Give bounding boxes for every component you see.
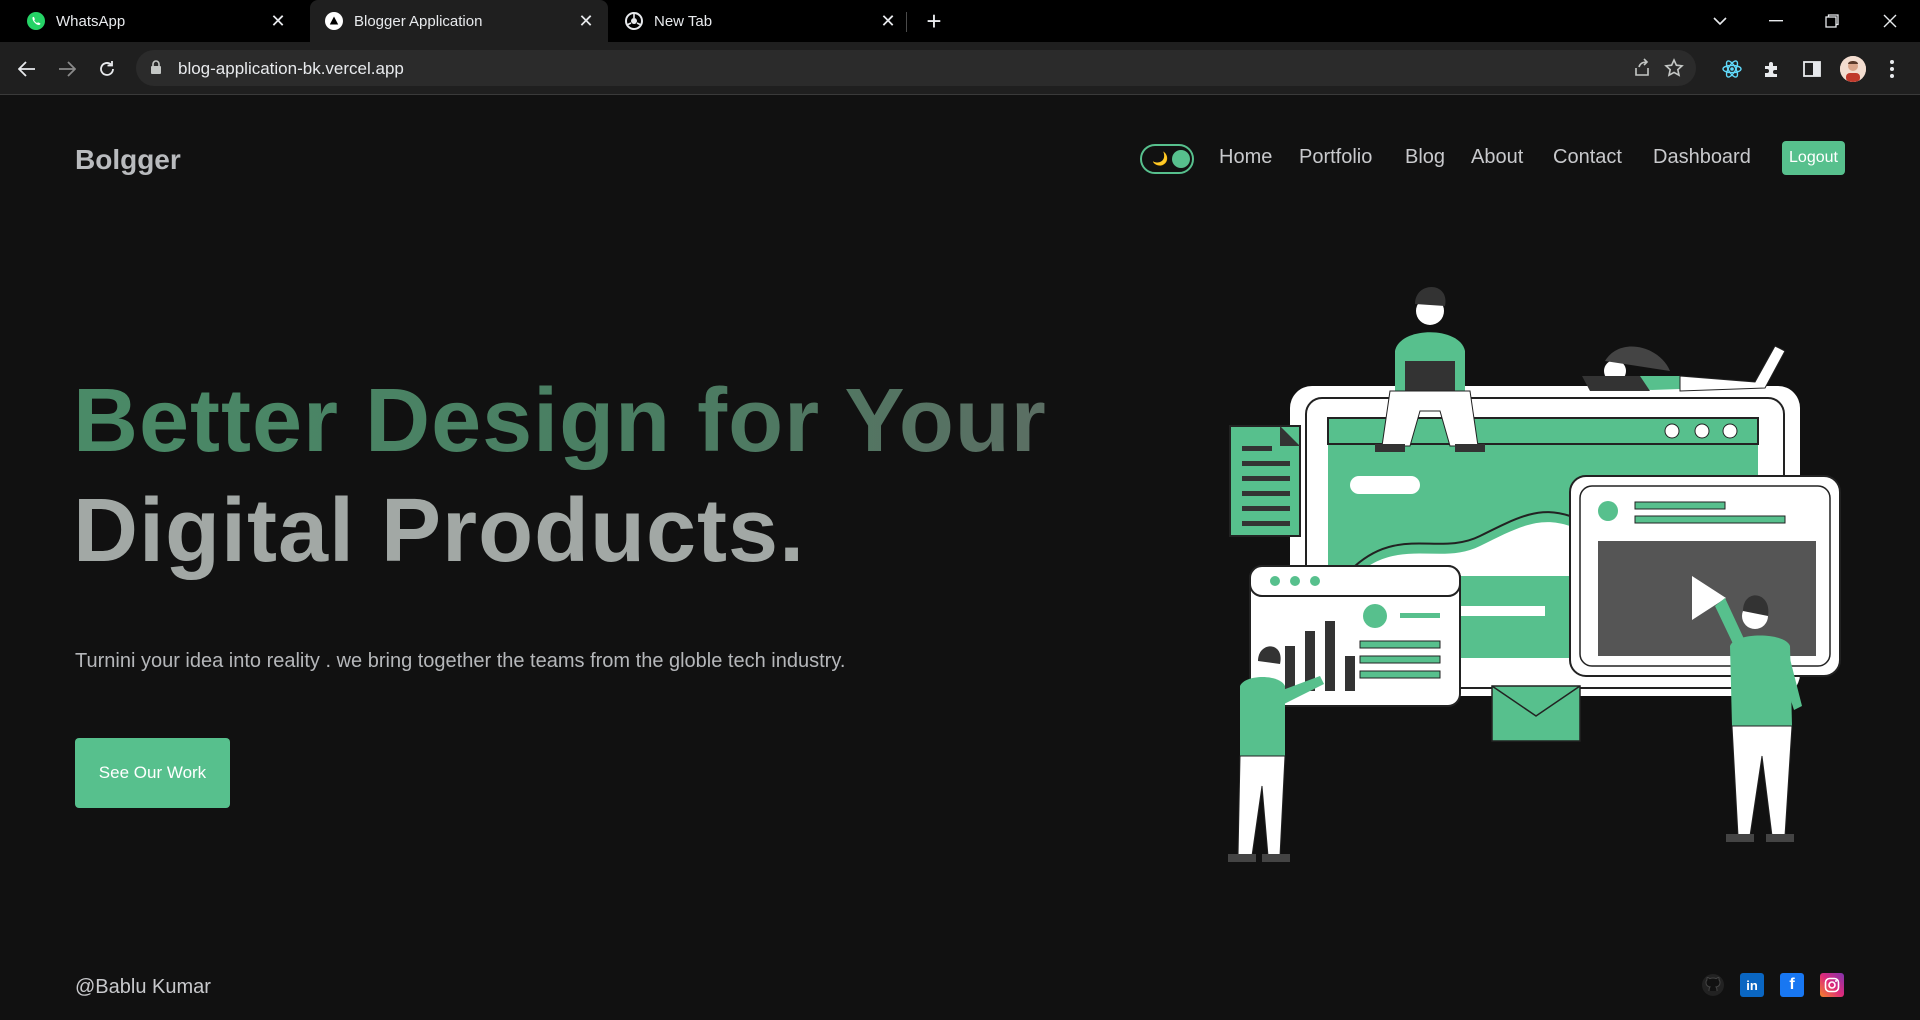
side-panel-icon[interactable]: [1799, 56, 1825, 82]
moon-icon: 🌙: [1152, 151, 1169, 166]
tab-separator: [906, 12, 907, 32]
hero-title-line-2: Digital Products.: [73, 481, 806, 581]
whatsapp-icon: [26, 11, 46, 31]
nav-home[interactable]: Home: [1219, 146, 1272, 169]
theme-toggle[interactable]: 🌙: [1140, 144, 1194, 174]
close-tab-icon[interactable]: ✕: [878, 11, 898, 31]
tab-title: Blogger Application: [354, 12, 483, 30]
lock-icon: [150, 60, 162, 80]
restore-window-icon[interactable]: [1812, 6, 1852, 36]
url-text: blog-application-bk.vercel.app: [178, 59, 404, 78]
instagram-icon[interactable]: [1820, 973, 1844, 997]
nav-dashboard[interactable]: Dashboard: [1653, 146, 1751, 169]
extensions-puzzle-icon[interactable]: [1759, 56, 1785, 82]
reload-icon[interactable]: [93, 55, 121, 83]
tab-new-tab[interactable]: New Tab ✕: [610, 0, 910, 42]
see-our-work-button[interactable]: See Our Work: [75, 738, 230, 808]
profile-avatar[interactable]: [1840, 56, 1866, 82]
tab-whatsapp[interactable]: WhatsApp ✕: [0, 0, 300, 42]
nav-about[interactable]: About: [1471, 146, 1523, 169]
browser-tab-strip: WhatsApp ✕ Blogger Application ✕ New Tab…: [0, 0, 1920, 42]
menu-kebab-icon[interactable]: [1879, 56, 1905, 82]
close-tab-icon[interactable]: ✕: [268, 11, 288, 31]
bookmark-star-icon[interactable]: [1664, 58, 1684, 78]
nav-blog[interactable]: Blog: [1405, 146, 1445, 169]
toggle-knob: [1172, 150, 1190, 168]
brand-logo[interactable]: Bolgger: [75, 144, 181, 176]
browser-toolbar: blog-application-bk.vercel.app: [0, 42, 1920, 95]
close-tab-icon[interactable]: ✕: [576, 11, 596, 31]
share-icon[interactable]: [1632, 58, 1652, 78]
vercel-icon: [324, 11, 344, 31]
nav-portfolio[interactable]: Portfolio: [1299, 146, 1372, 169]
hero-illustration: [1228, 286, 1841, 862]
logout-button[interactable]: Logout: [1782, 141, 1845, 175]
page-content: Bolgger 🌙 Home Portfolio Blog About Cont…: [0, 96, 1920, 1020]
tab-title: New Tab: [654, 12, 713, 30]
facebook-icon[interactable]: f: [1780, 973, 1804, 997]
minimize-window-icon[interactable]: [1756, 6, 1796, 36]
chrome-icon: [624, 11, 644, 31]
back-arrow-icon[interactable]: [13, 55, 41, 83]
forward-arrow-icon[interactable]: [53, 55, 81, 83]
hero-subtitle: Turnini your idea into reality . we brin…: [75, 650, 846, 672]
address-bar[interactable]: blog-application-bk.vercel.app: [136, 50, 1696, 86]
new-tab-button[interactable]: +: [920, 8, 948, 36]
author-credit: @Bablu Kumar: [75, 976, 211, 998]
github-icon[interactable]: [1701, 973, 1725, 997]
hero-title-line-1: Better Design for Your: [73, 366, 1047, 476]
nav-contact[interactable]: Contact: [1553, 146, 1622, 169]
tab-title: WhatsApp: [56, 12, 126, 30]
close-window-icon[interactable]: [1870, 6, 1910, 36]
tab-blogger-application[interactable]: Blogger Application ✕: [310, 0, 608, 42]
linkedin-icon[interactable]: in: [1740, 973, 1764, 997]
react-devtools-icon[interactable]: [1719, 56, 1745, 82]
tab-search-chevron-icon[interactable]: [1700, 6, 1740, 36]
